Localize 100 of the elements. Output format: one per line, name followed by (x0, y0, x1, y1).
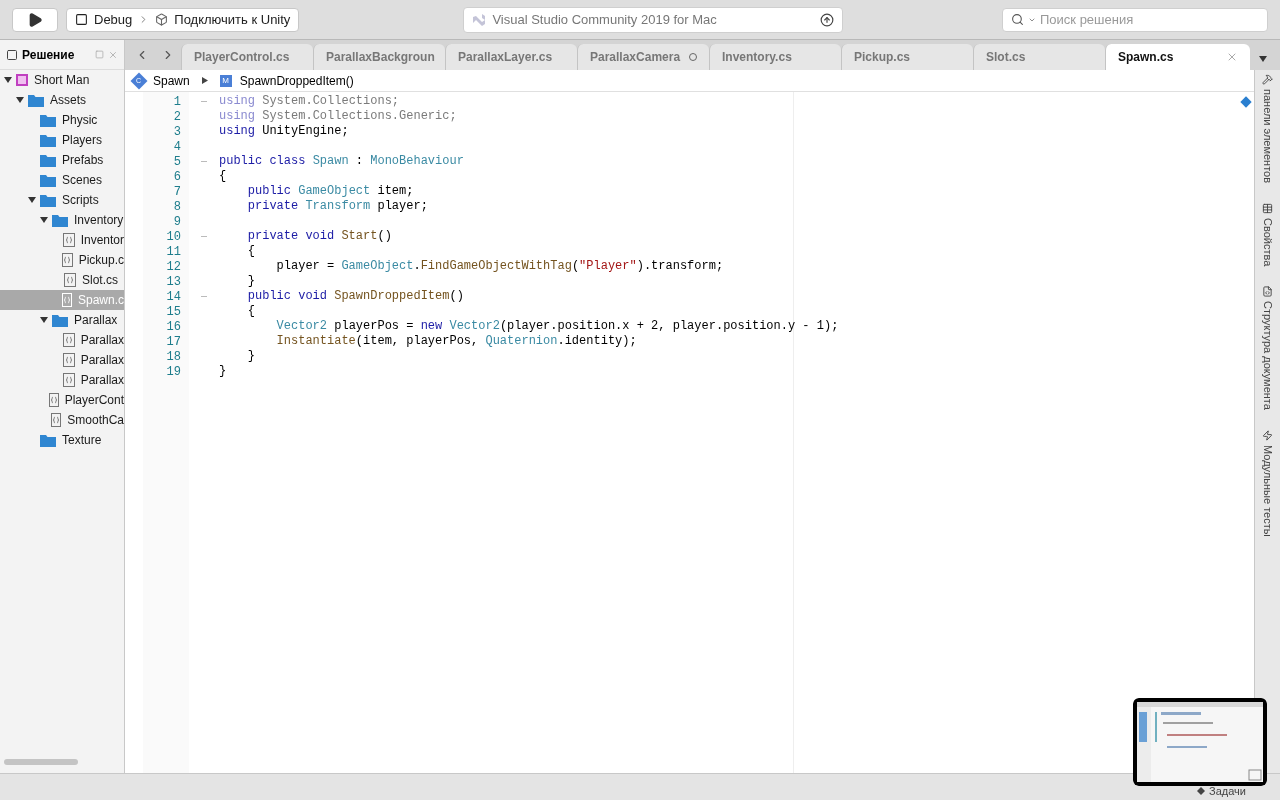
editor-tab[interactable]: Slot.cs (973, 44, 1105, 70)
line-number: 18 (166, 348, 181, 366)
fold-marker-icon[interactable] (201, 161, 207, 162)
line-number: 2 (173, 108, 181, 126)
code-line: public class Spawn : MonoBehaviour (219, 154, 464, 169)
folder-icon (40, 173, 56, 187)
panel-icon (6, 48, 18, 61)
side-pad-tab[interactable]: Модульные тесты (1259, 430, 1276, 537)
code-line: player = GameObject.FindGameObjectWithTag("Player").transform; (275, 259, 724, 274)
method-badge: M (219, 74, 232, 87)
line-number: 13 (166, 273, 181, 291)
tree-label: Parallax (80, 352, 124, 369)
window-title: Visual Studio Community 2019 for Mac (492, 10, 718, 29)
separator-triangle-icon (201, 77, 208, 84)
editor-tab[interactable]: Inventory.cs (709, 44, 841, 70)
editor-tab[interactable]: PlayerControl.cs (181, 44, 313, 70)
code-file-icon (61, 293, 72, 307)
editor-tab[interactable]: Spawn.cs (1105, 44, 1250, 70)
folder-icon (40, 113, 56, 127)
line-number: 4 (173, 138, 181, 156)
line-number: 1 (173, 93, 181, 111)
tree-item[interactable]: Parallax (0, 370, 124, 390)
tree-item[interactable]: PlayerCont (0, 390, 124, 410)
line-number: 11 (166, 243, 181, 261)
line-number: 17 (166, 333, 181, 351)
tree-item[interactable]: Pickup.c (0, 250, 124, 270)
run-button[interactable] (12, 7, 58, 32)
run-configuration-selector[interactable]: Debug Подключить к Unity (66, 7, 300, 32)
tree-item[interactable]: Parallax (0, 350, 124, 370)
tree-label: Texture (62, 432, 102, 449)
code-file-icon (63, 333, 75, 347)
tree-item[interactable]: Players (0, 130, 124, 150)
code-file-icon (50, 413, 62, 427)
close-icon (108, 49, 118, 60)
close-tab-icon (1226, 51, 1238, 63)
tree-label: SmoothCa (67, 412, 124, 429)
tree-item[interactable]: Inventor (0, 230, 124, 250)
tree-item[interactable]: Scenes (0, 170, 124, 190)
editor-tab[interactable]: ParallaxLayer.cs (445, 44, 577, 70)
tree-label: Players (62, 132, 102, 149)
tree-item[interactable]: Texture (0, 430, 124, 450)
expanded-triangle-icon[interactable] (4, 76, 12, 84)
tree-label: Short Man (34, 72, 90, 89)
tree-label: Scripts (62, 192, 99, 209)
horizontal-scrollbar[interactable] (4, 759, 78, 765)
tree-label: Parallax (74, 312, 118, 329)
expanded-triangle-icon[interactable] (40, 216, 48, 224)
expanded-triangle-icon[interactable] (28, 196, 36, 204)
expanded-triangle-icon[interactable] (16, 96, 24, 104)
tree-item[interactable]: Prefabs (0, 150, 124, 170)
tree-item[interactable]: Parallax (0, 330, 124, 350)
tree-item[interactable]: Assets (0, 90, 124, 110)
fold-marker-icon[interactable] (201, 296, 207, 297)
fold-marker-icon[interactable] (201, 236, 207, 237)
tree-label: Parallax (80, 332, 124, 349)
tree-item[interactable]: Scripts (0, 190, 124, 210)
tree-label: Scenes (62, 172, 103, 189)
fold-marker-icon[interactable] (201, 101, 207, 102)
folder-icon (40, 133, 56, 147)
code-line: private Transform player; (246, 199, 428, 214)
tree-item[interactable]: Inventory (0, 210, 124, 230)
editor-tab[interactable]: Pickup.cs (841, 44, 973, 70)
side-pad-tab[interactable]: Свойства (1259, 203, 1276, 267)
breadcrumb-item[interactable]: Spawn (153, 71, 190, 90)
tree-label: Parallax (80, 372, 124, 389)
tree-label: Inventory (74, 212, 124, 229)
expanded-triangle-icon[interactable] (40, 316, 48, 324)
toolbox-pad-icon (1262, 74, 1273, 85)
tree-item[interactable]: Slot.cs (0, 270, 124, 290)
line-number: 9 (173, 213, 181, 231)
tree-label: Spawn.c (77, 292, 124, 309)
tree-item[interactable]: Physic (0, 110, 124, 130)
tree-label: Inventor (80, 232, 124, 249)
project-icon (16, 74, 28, 86)
folder-icon (28, 93, 44, 107)
editor-tab[interactable]: ParallaxBackgroun (313, 44, 445, 70)
tree-item[interactable]: Parallax (0, 310, 124, 330)
outline-pad-icon (1262, 286, 1273, 298)
search-input[interactable]: Поиск решения (1040, 9, 1259, 30)
play-icon (27, 11, 43, 28)
dock-icon (95, 50, 104, 59)
tree-item[interactable]: SmoothCa (0, 410, 124, 430)
tasks-pad-button[interactable]: Задачи (1197, 782, 1246, 799)
side-pad-tab[interactable]: панели элементов (1259, 74, 1276, 184)
line-number: 10 (166, 228, 181, 246)
code-line: } (246, 349, 255, 364)
line-number: 15 (166, 303, 181, 321)
folder-icon (52, 213, 68, 227)
folder-icon (40, 193, 56, 207)
tab-list-caret-icon[interactable] (1259, 56, 1267, 62)
code-file-icon (62, 253, 73, 267)
code-line: private void Start() (246, 229, 392, 244)
upload-icon (820, 12, 835, 27)
editor-tab[interactable]: ParallaxCamera (577, 44, 709, 70)
panel-title: Решение (22, 46, 76, 64)
side-pad-tab[interactable]: Структура документа (1259, 286, 1276, 411)
search-field[interactable]: Поиск решения (1002, 7, 1268, 32)
tree-item[interactable]: Short Man (0, 70, 124, 90)
breadcrumb-item[interactable]: SpawnDroppedItem() (239, 71, 354, 90)
code-line: using System.Collections; (219, 94, 400, 109)
